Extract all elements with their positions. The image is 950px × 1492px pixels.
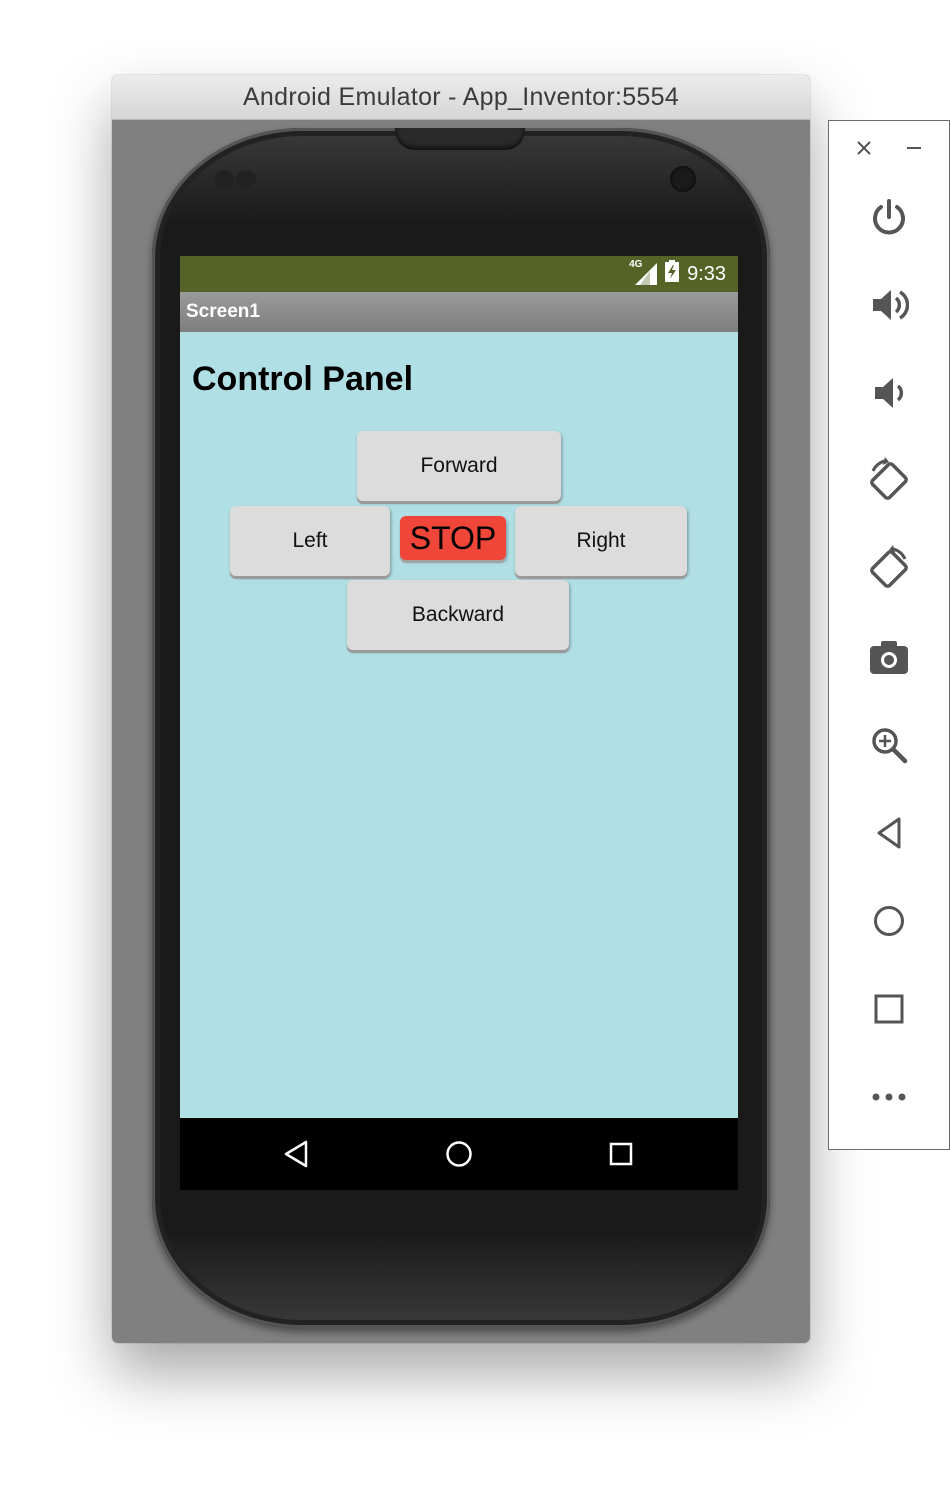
android-nav-bar [180,1118,738,1190]
nav-home-icon[interactable] [441,1136,477,1172]
window-title: Android Emulator - App_Inventor:5554 [112,75,810,120]
phone-speaker [395,128,525,150]
device-screen: 4G 9:33 Screen1 Control Panel Forward Le… [180,256,738,1190]
left-button[interactable]: Left [230,506,390,576]
network-type-label: 4G [629,259,643,270]
app-bar-title: Screen1 [180,292,738,332]
clock: 9:33 [687,262,726,285]
screen-content: Control Panel Forward Left STOP Right Ba… [180,332,738,1118]
rotate-right-icon[interactable] [863,543,915,595]
backward-button[interactable]: Backward [347,580,569,650]
power-icon[interactable] [863,191,915,243]
battery-icon [665,260,680,288]
rotate-left-icon[interactable] [863,455,915,507]
phone-sensor [236,170,256,188]
volume-down-icon[interactable] [863,367,915,419]
emulator-toolbar [828,120,950,1150]
signal-icon: 4G [629,259,658,285]
home-icon[interactable] [863,895,915,947]
control-panel-heading: Control Panel [192,360,414,398]
overview-icon[interactable] [863,983,915,1035]
nav-recents-icon[interactable] [603,1136,639,1172]
back-icon[interactable] [863,807,915,859]
stop-button[interactable]: STOP [400,516,506,560]
right-button[interactable]: Right [515,506,687,576]
front-camera [670,166,696,192]
zoom-icon[interactable] [863,719,915,771]
minimize-icon[interactable] [901,135,927,161]
phone-sensor [214,170,234,188]
status-bar: 4G 9:33 [180,256,738,292]
volume-up-icon[interactable] [863,279,915,331]
nav-back-icon[interactable] [278,1136,314,1172]
close-icon[interactable] [851,135,877,161]
camera-icon[interactable] [863,631,915,683]
forward-button[interactable]: Forward [357,431,561,501]
more-icon[interactable] [863,1071,915,1123]
